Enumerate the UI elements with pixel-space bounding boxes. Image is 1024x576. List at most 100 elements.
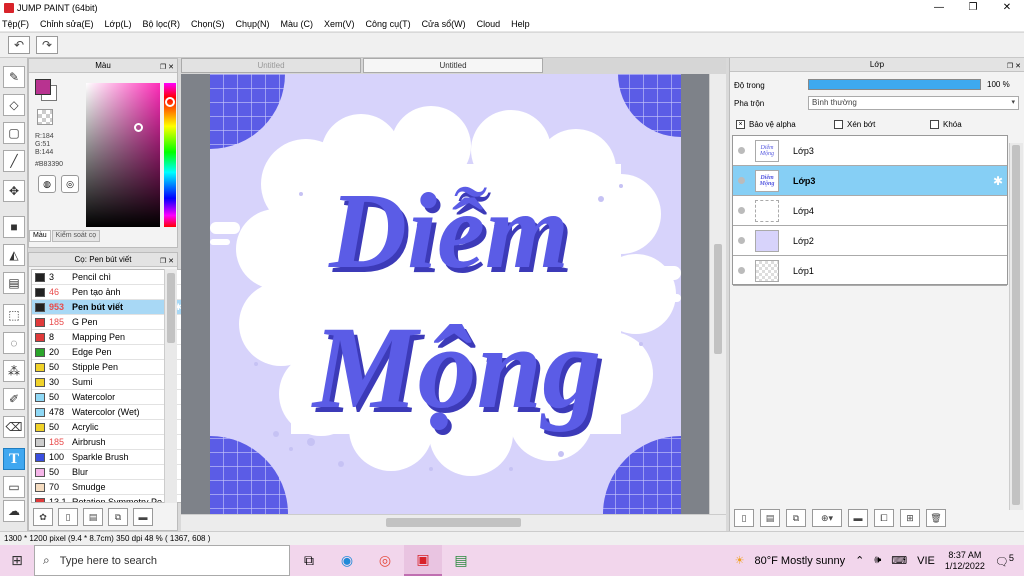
- close-button[interactable]: ✕: [990, 0, 1024, 16]
- menu-file[interactable]: Tệp(F): [2, 19, 29, 29]
- line-tool[interactable]: ╱: [3, 150, 25, 172]
- weather-text[interactable]: 80°F Mostly sunny: [755, 555, 846, 567]
- maximize-button[interactable]: ❐: [956, 0, 990, 16]
- layer-item[interactable]: Lớp1: [733, 256, 1007, 286]
- magic-wand-tool[interactable]: ⁂: [3, 360, 25, 382]
- visibility-icon[interactable]: [738, 267, 745, 274]
- app-taskbar-button[interactable]: ▤: [442, 545, 480, 576]
- color-picker-button[interactable]: ◎: [61, 175, 79, 193]
- new-layer-button[interactable]: ▯: [734, 509, 754, 527]
- merge-layer-button[interactable]: ⊞: [900, 509, 920, 527]
- menu-layer[interactable]: Lớp(L): [105, 19, 132, 29]
- eraser-tool[interactable]: ◇: [3, 94, 25, 116]
- clipping-checkbox[interactable]: Xén bớt: [834, 120, 875, 129]
- menu-edit[interactable]: Chỉnh sửa(E): [40, 19, 94, 29]
- notification-icon[interactable]: 🗨5: [995, 553, 1014, 569]
- hue-marker[interactable]: [165, 97, 175, 107]
- menu-filter[interactable]: Bộ lọc(R): [142, 19, 180, 29]
- brush-folder-button[interactable]: ▬: [133, 508, 153, 526]
- select-eraser-tool[interactable]: ⌫: [3, 416, 25, 438]
- blend-mode-select[interactable]: Bình thường ▾: [808, 96, 1019, 110]
- opacity-slider[interactable]: [808, 79, 981, 90]
- jump-paint-taskbar-button[interactable]: ▣: [404, 545, 442, 576]
- layer-scroll-thumb[interactable]: [1012, 145, 1020, 505]
- menu-color[interactable]: Màu (C): [281, 19, 314, 29]
- layer-scrollbar[interactable]: [1009, 143, 1023, 510]
- weather-icon[interactable]: ☀: [735, 554, 745, 567]
- canvas-vscrollbar[interactable]: [709, 74, 726, 514]
- saturation-value-picker[interactable]: [86, 83, 160, 227]
- menu-capture[interactable]: Chụp(N): [236, 19, 270, 29]
- new-brush-button[interactable]: ▯: [58, 508, 78, 526]
- protect-alpha-checkbox[interactable]: × Bảo vệ alpha: [736, 120, 796, 129]
- palette-tool[interactable]: ▭: [3, 476, 25, 498]
- text-tool[interactable]: T: [3, 448, 25, 470]
- duplicate-layer-button[interactable]: ⧠: [874, 509, 894, 527]
- volume-icon[interactable]: 🕪: [874, 554, 881, 567]
- tab-untitled-1[interactable]: Untitled: [181, 58, 361, 73]
- menu-help[interactable]: Help: [511, 19, 530, 29]
- input-language[interactable]: VIE: [917, 555, 935, 567]
- menu-select[interactable]: Chọn(S): [191, 19, 225, 29]
- visibility-icon[interactable]: [738, 177, 745, 184]
- visibility-icon[interactable]: [738, 237, 745, 244]
- canvas-vscroll-thumb[interactable]: [714, 244, 722, 354]
- layer-menu-button[interactable]: ▤: [760, 509, 780, 527]
- artwork-canvas[interactable]: Diễm Diễm Mộng Mộng: [181, 74, 709, 514]
- visibility-icon[interactable]: [738, 207, 745, 214]
- layer-folder-button[interactable]: ▬: [848, 509, 868, 527]
- brush-list-scrollbar[interactable]: [164, 269, 177, 503]
- taskbar-search[interactable]: ⌕ Type here to search: [34, 545, 290, 576]
- rect-select-tool[interactable]: ▢: [3, 122, 25, 144]
- undo-button[interactable]: ↶: [8, 36, 30, 54]
- menu-cloud[interactable]: Cloud: [477, 19, 501, 29]
- lasso-tool[interactable]: ◌: [3, 332, 25, 354]
- panel-float-icon[interactable]: ❐ ✕: [1007, 60, 1021, 74]
- layer-item[interactable]: Diễm Mộng Lớp3: [733, 136, 1007, 166]
- move-tool[interactable]: ✥: [3, 180, 25, 202]
- palette-button[interactable]: ◍: [38, 175, 56, 193]
- clock[interactable]: 8:37 AM 1/12/2022: [945, 550, 985, 572]
- select-pen-tool[interactable]: ✐: [3, 388, 25, 410]
- canvas-hscroll-thumb[interactable]: [386, 518, 521, 527]
- tab-color[interactable]: Màu: [29, 230, 51, 242]
- layer-item[interactable]: Diễm Mộng Lớp3 ✱: [733, 166, 1007, 196]
- bucket-tool[interactable]: ◭: [3, 244, 25, 266]
- edge-button[interactable]: ◉: [328, 545, 366, 576]
- lock-checkbox[interactable]: Khóa: [930, 120, 962, 129]
- panel-float-icon[interactable]: ❐ ✕: [160, 255, 174, 269]
- fill-rect-tool[interactable]: ■: [3, 216, 25, 238]
- transparent-color-swatch[interactable]: [37, 109, 53, 125]
- cloud-tool[interactable]: ☁: [3, 500, 25, 522]
- keyboard-icon[interactable]: ⌨: [891, 554, 907, 567]
- layer-item[interactable]: Lớp4: [733, 196, 1007, 226]
- tab-untitled-2[interactable]: Untitled: [363, 58, 543, 73]
- menu-view[interactable]: Xem(V): [324, 19, 355, 29]
- foreground-color-swatch[interactable]: [35, 79, 51, 95]
- tab-brush-control[interactable]: Kiểm soát cọ: [51, 230, 101, 242]
- pen-tool[interactable]: ✎: [3, 66, 25, 88]
- brush-menu-button[interactable]: ▤: [83, 508, 103, 526]
- redo-button[interactable]: ↷: [36, 36, 58, 54]
- gradient-tool[interactable]: ▤: [3, 272, 25, 294]
- chrome-button[interactable]: ◎: [366, 545, 404, 576]
- menu-tools[interactable]: Công cụ(T): [366, 19, 411, 29]
- task-view-button[interactable]: ⧉: [290, 545, 328, 576]
- menu-window[interactable]: Cửa sổ(W): [422, 19, 466, 29]
- canvas-area[interactable]: Diễm Diễm Mộng Mộng: [181, 74, 709, 514]
- select-tool[interactable]: ⬚: [3, 304, 25, 326]
- minimize-button[interactable]: —: [922, 0, 956, 16]
- gear-icon[interactable]: ✱: [993, 174, 1003, 188]
- tray-chevron-icon[interactable]: ⌃: [855, 554, 864, 567]
- layer-item[interactable]: Lớp2: [733, 226, 1007, 256]
- visibility-icon[interactable]: [738, 147, 745, 154]
- layer-copy-button[interactable]: ⧉: [786, 509, 806, 527]
- start-button[interactable]: ⊞: [0, 552, 34, 569]
- sv-marker[interactable]: [134, 123, 143, 132]
- canvas-hscrollbar[interactable]: [181, 514, 726, 531]
- brush-scroll-thumb[interactable]: [167, 273, 175, 343]
- brush-settings-button[interactable]: ✿: [33, 508, 53, 526]
- delete-layer-button[interactable]: 🗑: [926, 509, 946, 527]
- copy-brush-button[interactable]: ⧉: [108, 508, 128, 526]
- add-layer-dropdown[interactable]: ⊕▾: [812, 509, 842, 527]
